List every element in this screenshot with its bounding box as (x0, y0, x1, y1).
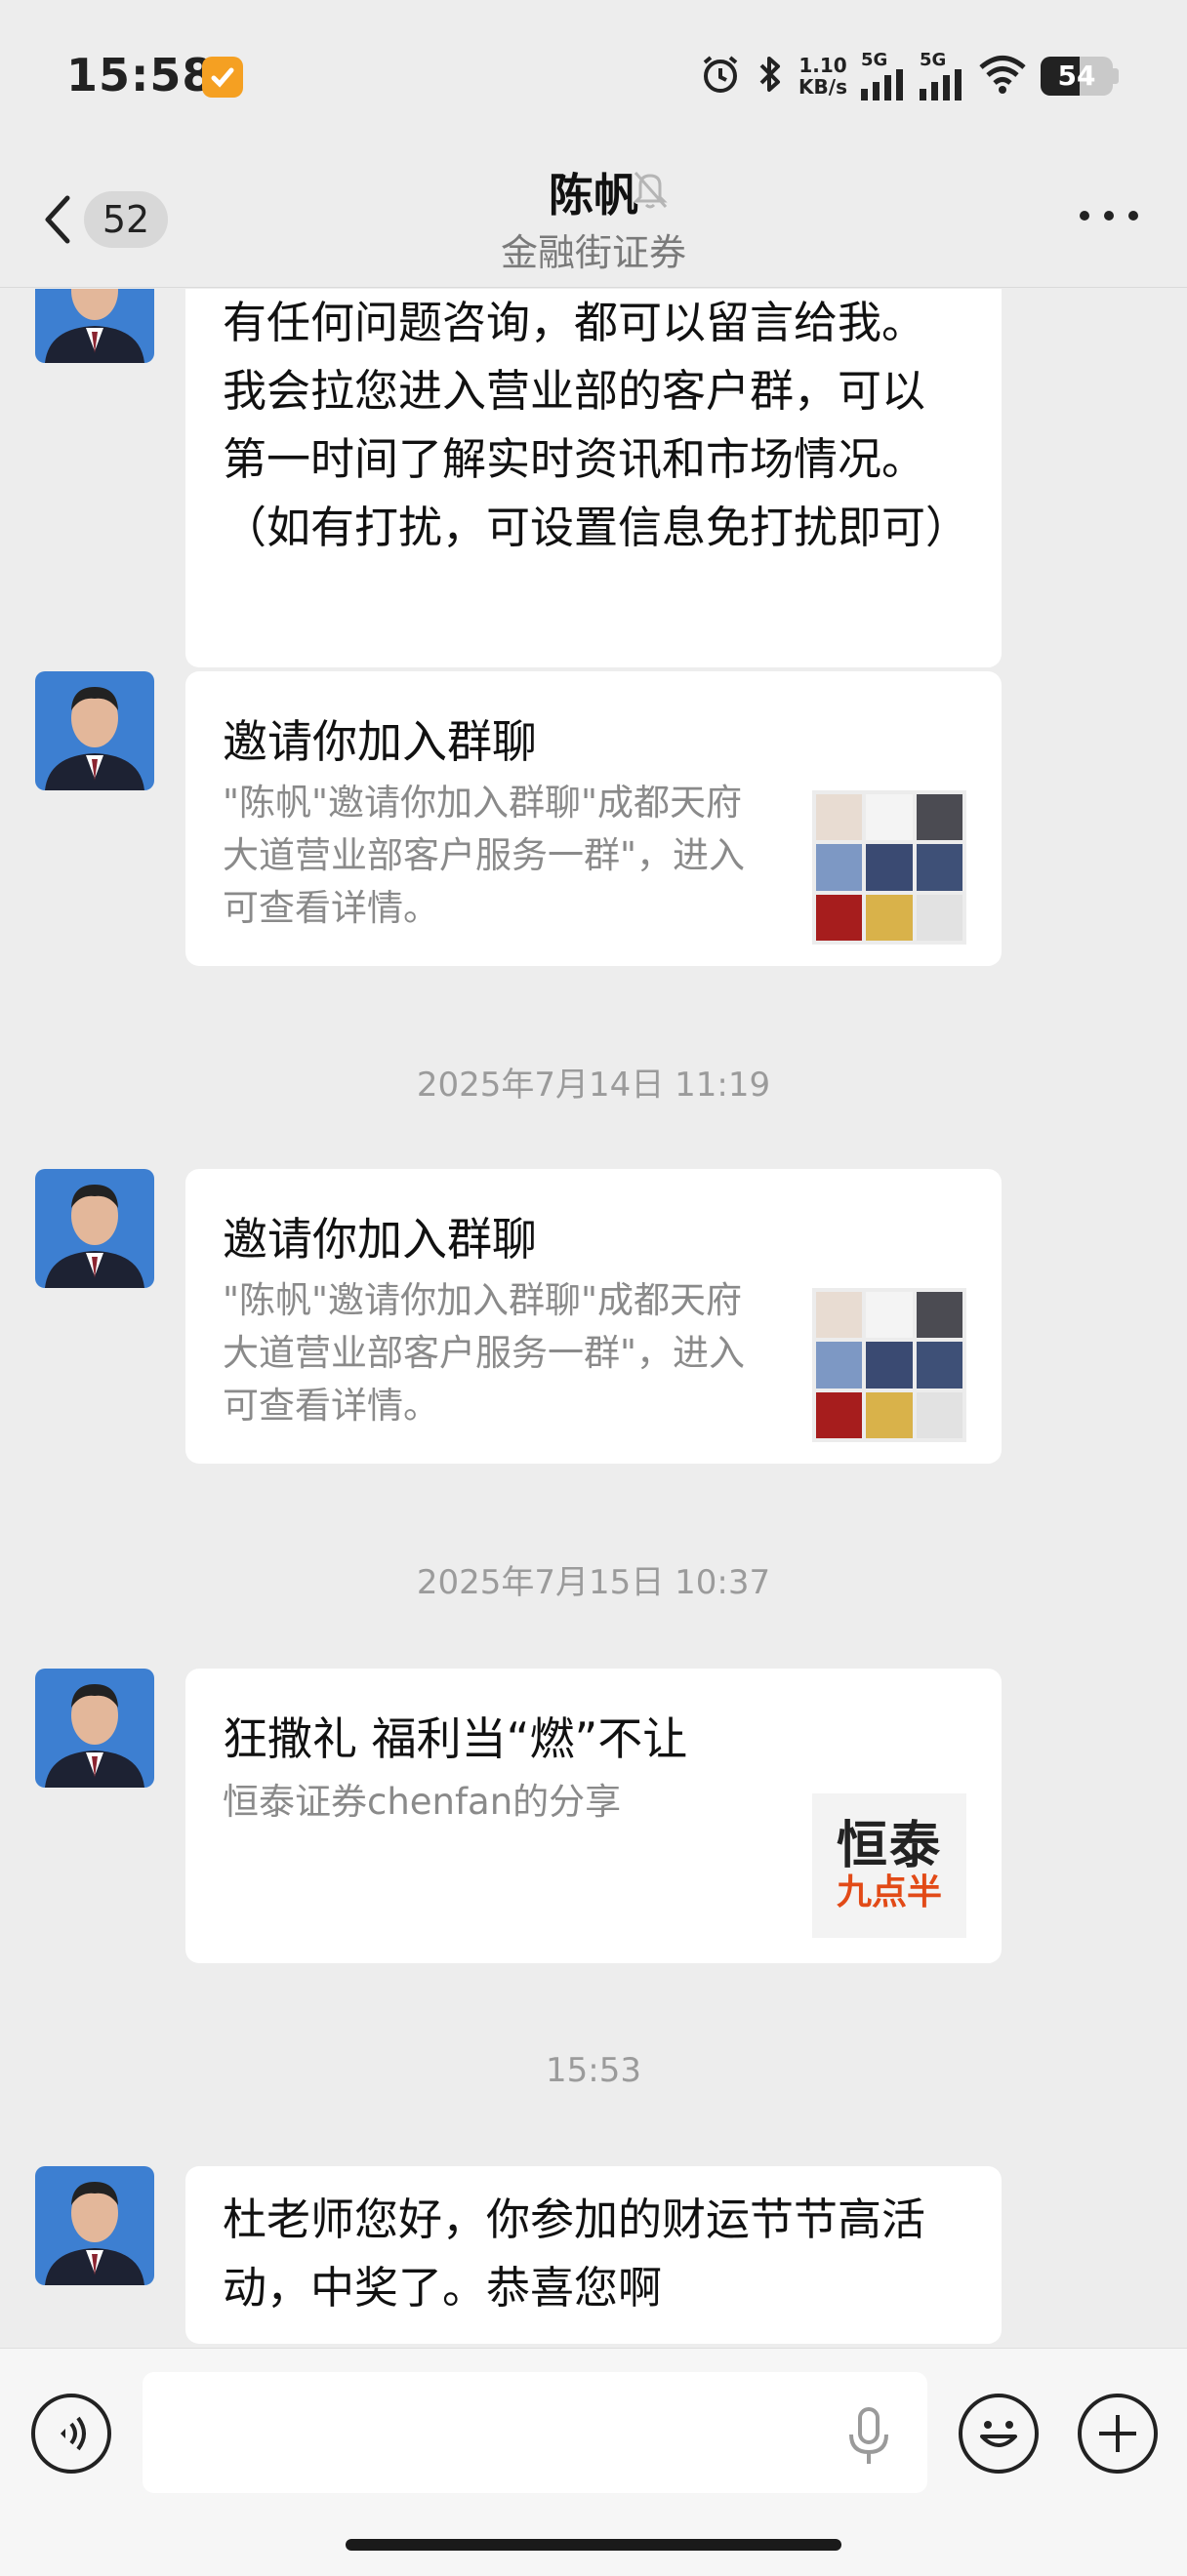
network-speed-value: 1.10 (798, 54, 847, 77)
default-avatar-icon (916, 894, 962, 941)
share-thumbnail-logo: 恒泰 九点半 (812, 1793, 966, 1938)
group-avatar-grid (812, 790, 966, 945)
logo-main-text: 恒泰 (836, 1817, 942, 1875)
member-avatar (816, 894, 863, 941)
text-message-bubble[interactable]: 有任何问题咨询，都可以留言给我。我会拉您进入营业部的客户群，可以第一时间了解实时… (185, 289, 1002, 667)
default-avatar-icon (916, 1391, 962, 1438)
network-speed-unit: KB/s (798, 75, 847, 99)
dot-icon (1104, 211, 1114, 221)
microphone-icon[interactable] (847, 2407, 890, 2470)
member-avatar (916, 1292, 962, 1339)
member-avatar (816, 1292, 863, 1339)
member-avatar (866, 844, 913, 891)
member-avatar (816, 1342, 863, 1389)
member-avatar (916, 1342, 962, 1389)
logo-sub-text: 九点半 (836, 1872, 942, 1912)
timestamp: 2025年7月14日 11:19 (416, 1066, 771, 1105)
message-text: 杜老师您好，你参加的财运节节高活动，中奖了。恭喜您啊 (223, 2194, 926, 2314)
battery-body: 54 (1041, 57, 1113, 96)
bluetooth-icon (756, 53, 785, 100)
signal-2-label: 5G (920, 50, 947, 70)
wifi-icon (978, 55, 1027, 98)
signal-1-label: 5G (861, 50, 888, 70)
share-source: 恒泰证券chenfan的分享 (223, 1781, 622, 1823)
dot-icon (1128, 211, 1138, 221)
sender-avatar[interactable] (35, 289, 154, 363)
link-share-card[interactable]: 狂撒礼 福利当“燃”不让 恒泰证券chenfan的分享 恒泰 九点半 (185, 1669, 1002, 1963)
dot-icon (1080, 211, 1089, 221)
member-avatar (816, 1391, 863, 1438)
member-avatar (866, 1391, 913, 1438)
chat-header: 52 陈帆 金融街证券 (0, 146, 1187, 288)
member-avatar (816, 794, 863, 841)
more-actions-button[interactable] (1078, 2394, 1158, 2474)
battery: 54 (1041, 57, 1119, 96)
battery-level: 54 (1057, 60, 1096, 92)
timestamp: 2025年7月15日 10:37 (416, 1563, 771, 1602)
voice-wave-icon (61, 2416, 86, 2451)
home-indicator[interactable] (346, 2539, 841, 2551)
chat-title: 陈帆 (0, 160, 1187, 224)
group-invite-card[interactable]: 邀请你加入群聊 "陈帆"邀请你加入群聊"成都天府大道营业部客户服务一群"，进入可… (185, 671, 1002, 966)
mute-bell-icon (631, 168, 670, 221)
app-notification-icon (202, 57, 243, 98)
message-input[interactable] (143, 2372, 927, 2493)
group-invite-card[interactable]: 邀请你加入群聊 "陈帆"邀请你加入群聊"成都天府大道营业部客户服务一群"，进入可… (185, 1169, 1002, 1464)
member-avatar (916, 794, 962, 841)
battery-tip (1113, 68, 1119, 84)
signal-2: 5G (920, 52, 964, 101)
contact-company: 金融街证券 (500, 231, 686, 274)
status-bar: 15:58 1.10 KB/s 5G 5G 54 (0, 0, 1187, 146)
more-options-button[interactable] (1080, 201, 1138, 230)
network-speed: 1.10 KB/s (798, 55, 847, 98)
sender-avatar[interactable] (35, 1669, 154, 1788)
member-avatar (866, 794, 913, 841)
alarm-icon (699, 53, 742, 100)
message-text: 有任何问题咨询，都可以留言给我。我会拉您进入营业部的客户群，可以第一时间了解实时… (223, 297, 970, 553)
signal-bars-icon (861, 69, 903, 101)
plus-icon (1099, 2415, 1136, 2452)
member-avatar (866, 1342, 913, 1389)
invite-title: 邀请你加入群聊 (223, 1213, 537, 1266)
signal-bars-icon (920, 69, 962, 101)
message-list[interactable]: 有任何问题咨询，都可以留言给我。我会拉您进入营业部的客户群，可以第一时间了解实时… (0, 289, 1187, 2348)
invite-description: "陈帆"邀请你加入群聊"成都天府大道营业部客户服务一群"，进入可查看详情。 (223, 782, 746, 929)
member-avatar (816, 844, 863, 891)
smiley-icon (980, 2421, 1017, 2447)
share-title: 狂撒礼 福利当“燃”不让 (223, 1712, 688, 1765)
member-avatar (866, 894, 913, 941)
invite-description: "陈帆"邀请你加入群聊"成都天府大道营业部客户服务一群"，进入可查看详情。 (223, 1279, 746, 1427)
group-avatar-grid (812, 1288, 966, 1442)
sender-avatar[interactable] (35, 671, 154, 790)
timestamp: 15:53 (546, 2051, 641, 2090)
status-icons: 1.10 KB/s 5G 5G 54 (699, 47, 1119, 105)
voice-mode-button[interactable] (31, 2394, 111, 2474)
contact-name: 陈帆 (549, 169, 638, 221)
invite-title: 邀请你加入群聊 (223, 715, 537, 768)
status-time: 15:58 (66, 49, 215, 101)
emoji-button[interactable] (959, 2394, 1039, 2474)
text-message-bubble[interactable]: 杜老师您好，你参加的财运节节高活动，中奖了。恭喜您啊 (185, 2166, 1002, 2344)
sender-avatar[interactable] (35, 2166, 154, 2285)
member-avatar (916, 844, 962, 891)
member-avatar (866, 1292, 913, 1339)
sender-avatar[interactable] (35, 1169, 154, 1288)
signal-1: 5G (861, 52, 906, 101)
